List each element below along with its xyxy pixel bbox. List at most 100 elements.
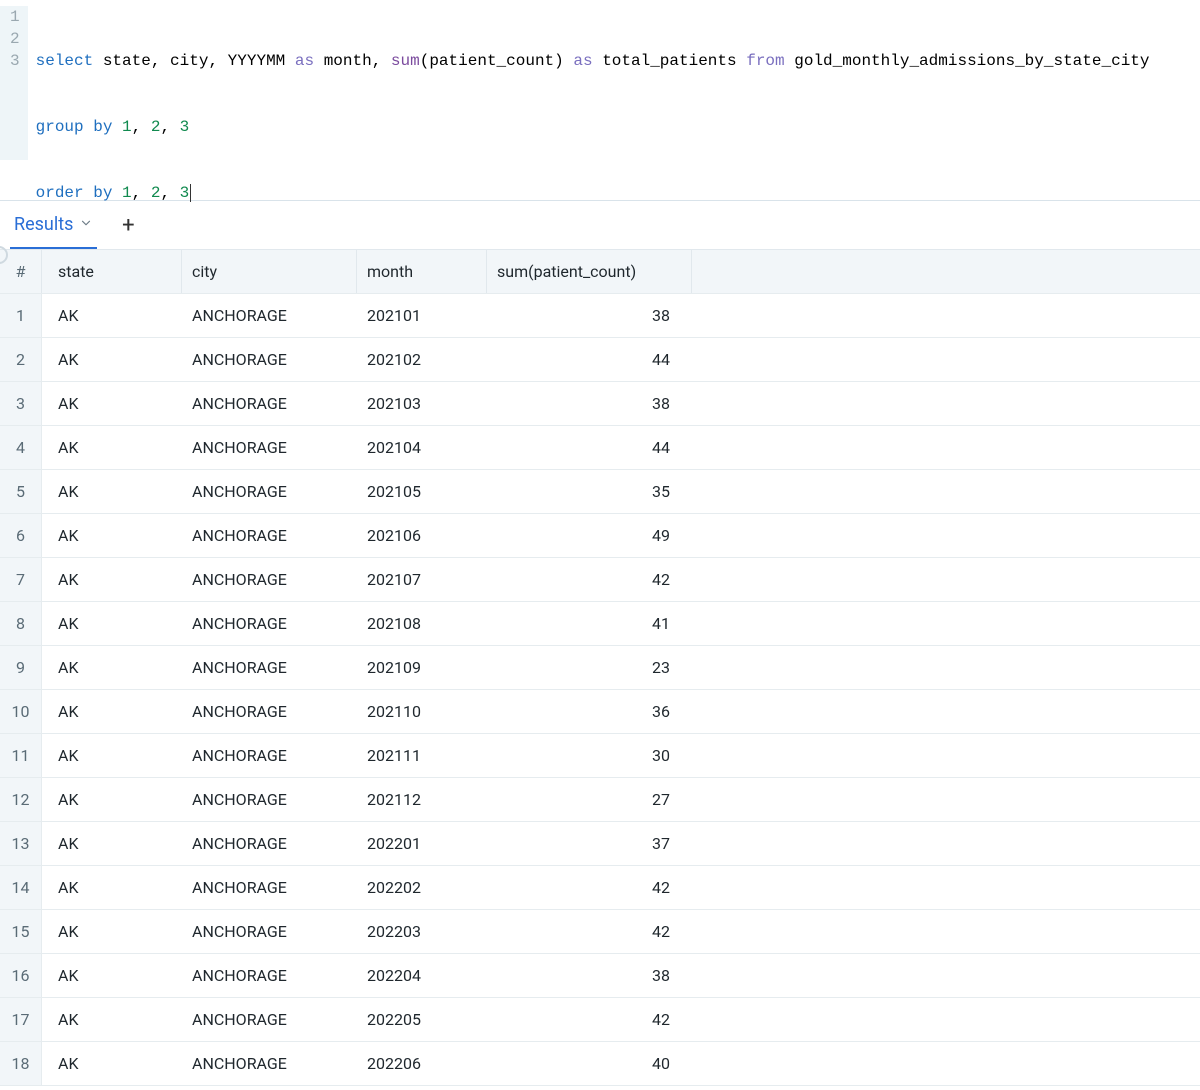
- sql-editor[interactable]: 1 2 3 select state, city, YYYYMM as mont…: [0, 0, 1200, 200]
- row-number: 14: [0, 866, 42, 909]
- row-number: 15: [0, 910, 42, 953]
- table-row[interactable]: 18AKANCHORAGE20220640: [0, 1042, 1200, 1086]
- cell-patients: 37: [487, 834, 692, 853]
- cell-patients: 41: [487, 614, 692, 633]
- cell-patients: 38: [487, 966, 692, 985]
- table-name: gold_monthly_admissions_by_state_city: [794, 52, 1149, 70]
- cell-state: AK: [42, 878, 182, 897]
- cell-state: AK: [42, 790, 182, 809]
- table-row[interactable]: 16AKANCHORAGE20220438: [0, 954, 1200, 998]
- cell-month: 202104: [357, 438, 487, 457]
- cell-city: ANCHORAGE: [182, 834, 357, 853]
- row-number: 13: [0, 822, 42, 865]
- cell-patients: 30: [487, 746, 692, 765]
- cell-month: 202102: [357, 350, 487, 369]
- row-number: 3: [0, 382, 42, 425]
- table-row[interactable]: 11AKANCHORAGE20211130: [0, 734, 1200, 778]
- cell-state: AK: [42, 614, 182, 633]
- cell-city: ANCHORAGE: [182, 702, 357, 721]
- cell-month: 202103: [357, 394, 487, 413]
- row-number: 6: [0, 514, 42, 557]
- table-row[interactable]: 2AKANCHORAGE20210244: [0, 338, 1200, 382]
- table-row[interactable]: 5AKANCHORAGE20210535: [0, 470, 1200, 514]
- code-line-1[interactable]: select state, city, YYYYMM as month, sum…: [36, 50, 1150, 72]
- kw-groupby: group by: [36, 118, 113, 136]
- table-row[interactable]: 4AKANCHORAGE20210444: [0, 426, 1200, 470]
- table-row[interactable]: 10AKANCHORAGE20211036: [0, 690, 1200, 734]
- cell-patients: 42: [487, 570, 692, 589]
- line-gutter: 1 2 3: [0, 6, 28, 160]
- table-row[interactable]: 12AKANCHORAGE20211227: [0, 778, 1200, 822]
- header-month[interactable]: month: [357, 250, 487, 293]
- fn-sum: sum: [391, 52, 420, 70]
- table-row[interactable]: 17AKANCHORAGE20220542: [0, 998, 1200, 1042]
- results-table: # state city month sum(patient_count) 1A…: [0, 249, 1200, 1086]
- sum-arg: patient_count: [429, 52, 554, 70]
- cell-month: 202206: [357, 1054, 487, 1073]
- cell-city: ANCHORAGE: [182, 1054, 357, 1073]
- cell-patients: 38: [487, 394, 692, 413]
- row-number: 10: [0, 690, 42, 733]
- cell-state: AK: [42, 702, 182, 721]
- cell-patients: 35: [487, 482, 692, 501]
- table-row[interactable]: 8AKANCHORAGE20210841: [0, 602, 1200, 646]
- num: 2: [151, 184, 161, 202]
- cell-patients: 27: [487, 790, 692, 809]
- code-area[interactable]: select state, city, YYYYMM as month, sum…: [28, 6, 1150, 160]
- cell-patients: 38: [487, 306, 692, 325]
- num: 1: [122, 118, 132, 136]
- table-row[interactable]: 14AKANCHORAGE20220242: [0, 866, 1200, 910]
- cell-city: ANCHORAGE: [182, 658, 357, 677]
- cell-state: AK: [42, 966, 182, 985]
- cell-month: 202109: [357, 658, 487, 677]
- cell-patients: 42: [487, 878, 692, 897]
- cell-month: 202101: [357, 306, 487, 325]
- cell-month: 202105: [357, 482, 487, 501]
- code-line-3[interactable]: order by 1, 2, 3: [36, 182, 1150, 204]
- table-row[interactable]: 9AKANCHORAGE20210923: [0, 646, 1200, 690]
- cell-patients: 49: [487, 526, 692, 545]
- code-line-2[interactable]: group by 1, 2, 3: [36, 116, 1150, 138]
- row-number: 8: [0, 602, 42, 645]
- line-number: 1: [10, 6, 20, 28]
- header-state[interactable]: state: [42, 250, 182, 293]
- cell-state: AK: [42, 922, 182, 941]
- cell-city: ANCHORAGE: [182, 922, 357, 941]
- cell-state: AK: [42, 1010, 182, 1029]
- table-row[interactable]: 6AKANCHORAGE20210649: [0, 514, 1200, 558]
- cell-month: 202108: [357, 614, 487, 633]
- table-row[interactable]: 1AKANCHORAGE20210138: [0, 294, 1200, 338]
- col-state: state: [103, 52, 151, 70]
- header-patients[interactable]: sum(patient_count): [487, 250, 692, 293]
- cell-month: 202203: [357, 922, 487, 941]
- cell-month: 202107: [357, 570, 487, 589]
- cell-city: ANCHORAGE: [182, 614, 357, 633]
- table-row[interactable]: 13AKANCHORAGE20220137: [0, 822, 1200, 866]
- cell-city: ANCHORAGE: [182, 878, 357, 897]
- num: 1: [122, 184, 132, 202]
- cell-patients: 42: [487, 922, 692, 941]
- col-yyyymm: YYYYMM: [228, 52, 286, 70]
- cell-state: AK: [42, 746, 182, 765]
- header-city[interactable]: city: [182, 250, 357, 293]
- row-number: 12: [0, 778, 42, 821]
- table-row[interactable]: 15AKANCHORAGE20220342: [0, 910, 1200, 954]
- table-row[interactable]: 3AKANCHORAGE20210338: [0, 382, 1200, 426]
- cell-state: AK: [42, 306, 182, 325]
- table-row[interactable]: 7AKANCHORAGE20210742: [0, 558, 1200, 602]
- row-number: 2: [0, 338, 42, 381]
- cell-month: 202110: [357, 702, 487, 721]
- line-number: 3: [10, 50, 20, 72]
- cell-city: ANCHORAGE: [182, 306, 357, 325]
- cell-month: 202205: [357, 1010, 487, 1029]
- row-number: 7: [0, 558, 42, 601]
- row-number: 4: [0, 426, 42, 469]
- cell-city: ANCHORAGE: [182, 482, 357, 501]
- cell-state: AK: [42, 482, 182, 501]
- cell-patients: 44: [487, 438, 692, 457]
- kw-as: as: [295, 52, 314, 70]
- cell-patients: 42: [487, 1010, 692, 1029]
- cell-month: 202201: [357, 834, 487, 853]
- alias-total: total_patients: [602, 52, 736, 70]
- cell-month: 202202: [357, 878, 487, 897]
